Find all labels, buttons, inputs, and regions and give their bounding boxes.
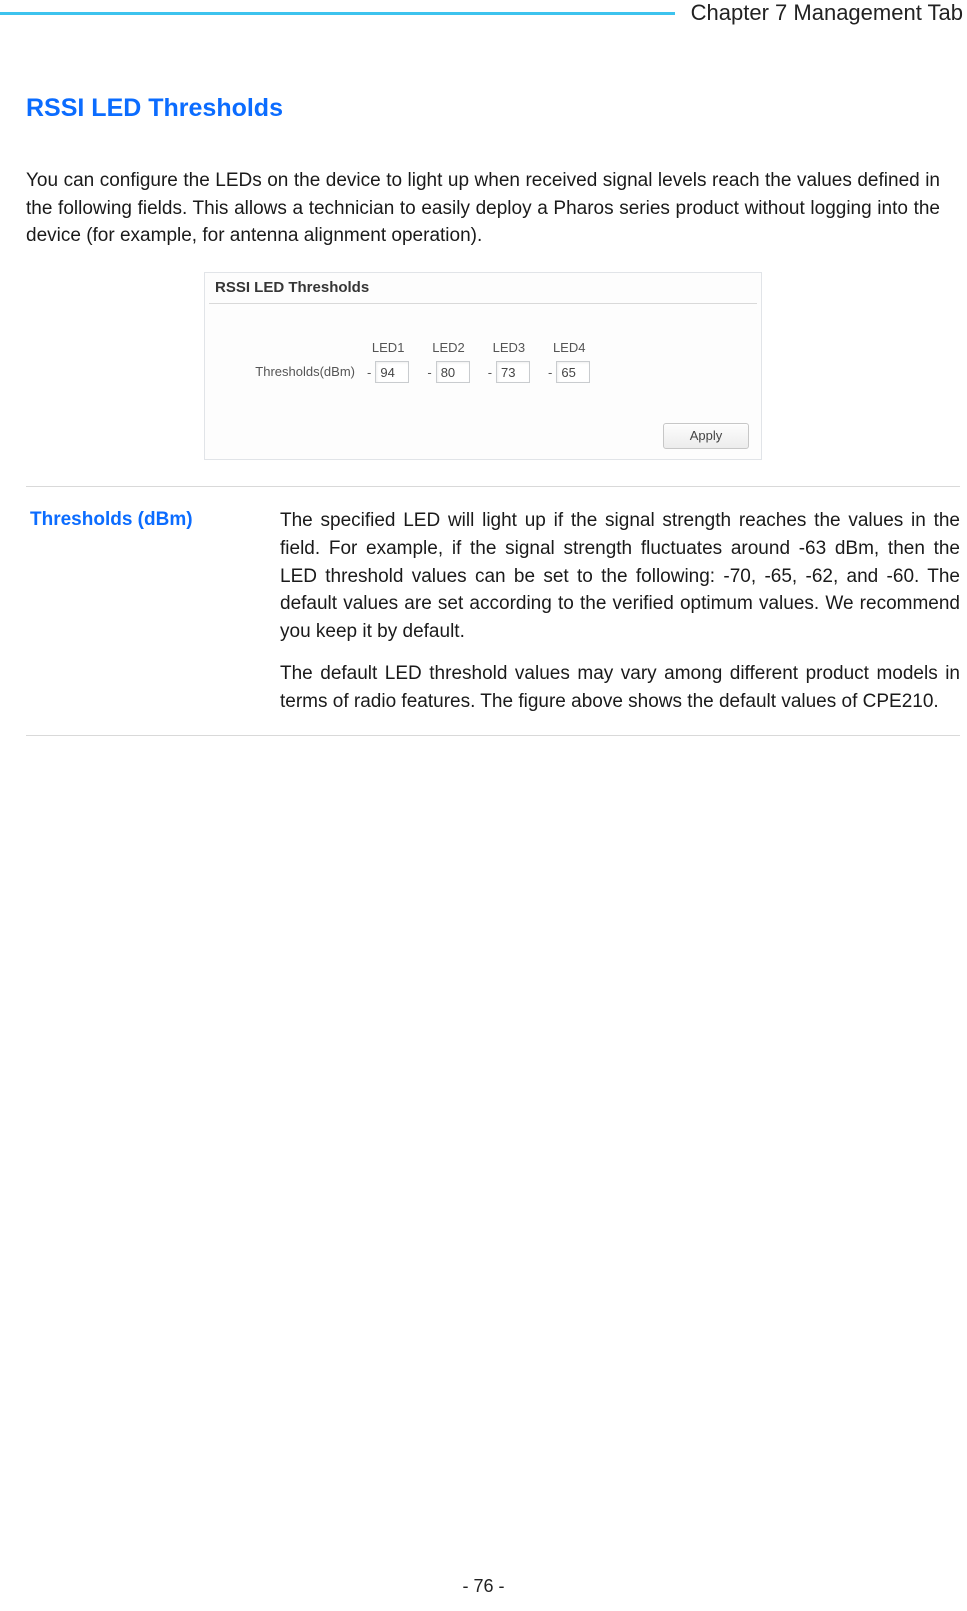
definition-term: Thresholds (dBm) (30, 507, 280, 715)
definition-paragraph-1: The specified LED will light up if the s… (280, 507, 960, 646)
led1-header: LED1 (372, 340, 405, 355)
minus-sign-icon: - (427, 365, 431, 380)
section-title: RSSI LED Thresholds (26, 94, 940, 123)
apply-button[interactable]: Apply (663, 423, 749, 449)
led4-input[interactable] (556, 361, 590, 383)
thresholds-row-label: Thresholds(dBm) (225, 364, 367, 383)
led2-header: LED2 (432, 340, 465, 355)
definition-row: Thresholds (dBm) The specified LED will … (26, 486, 960, 736)
chapter-title: Chapter 7 Management Tab (691, 0, 967, 26)
intro-paragraph: You can configure the LEDs on the device… (26, 167, 940, 250)
figure-wrap: RSSI LED Thresholds Thresholds(dBm) LED1… (26, 272, 940, 460)
led3-column: LED3 - (488, 340, 530, 383)
led3-input[interactable] (496, 361, 530, 383)
header-bar: Chapter 7 Management Tab (0, 0, 967, 26)
led1-column: LED1 - (367, 340, 409, 383)
minus-sign-icon: - (488, 365, 492, 380)
led2-column: LED2 - (427, 340, 469, 383)
minus-sign-icon: - (548, 365, 552, 380)
led3-header: LED3 (493, 340, 526, 355)
minus-sign-icon: - (367, 365, 371, 380)
definition-paragraph-2: The default LED threshold values may var… (280, 660, 960, 715)
definition-description: The specified LED will light up if the s… (280, 507, 960, 715)
led4-header: LED4 (553, 340, 586, 355)
led2-input[interactable] (436, 361, 470, 383)
led4-column: LED4 - (548, 340, 590, 383)
page-number: - 76 - (0, 1576, 967, 1597)
header-rule (0, 12, 675, 15)
panel-title: RSSI LED Thresholds (215, 279, 369, 296)
led1-input[interactable] (375, 361, 409, 383)
rssi-thresholds-panel: RSSI LED Thresholds Thresholds(dBm) LED1… (204, 272, 762, 460)
